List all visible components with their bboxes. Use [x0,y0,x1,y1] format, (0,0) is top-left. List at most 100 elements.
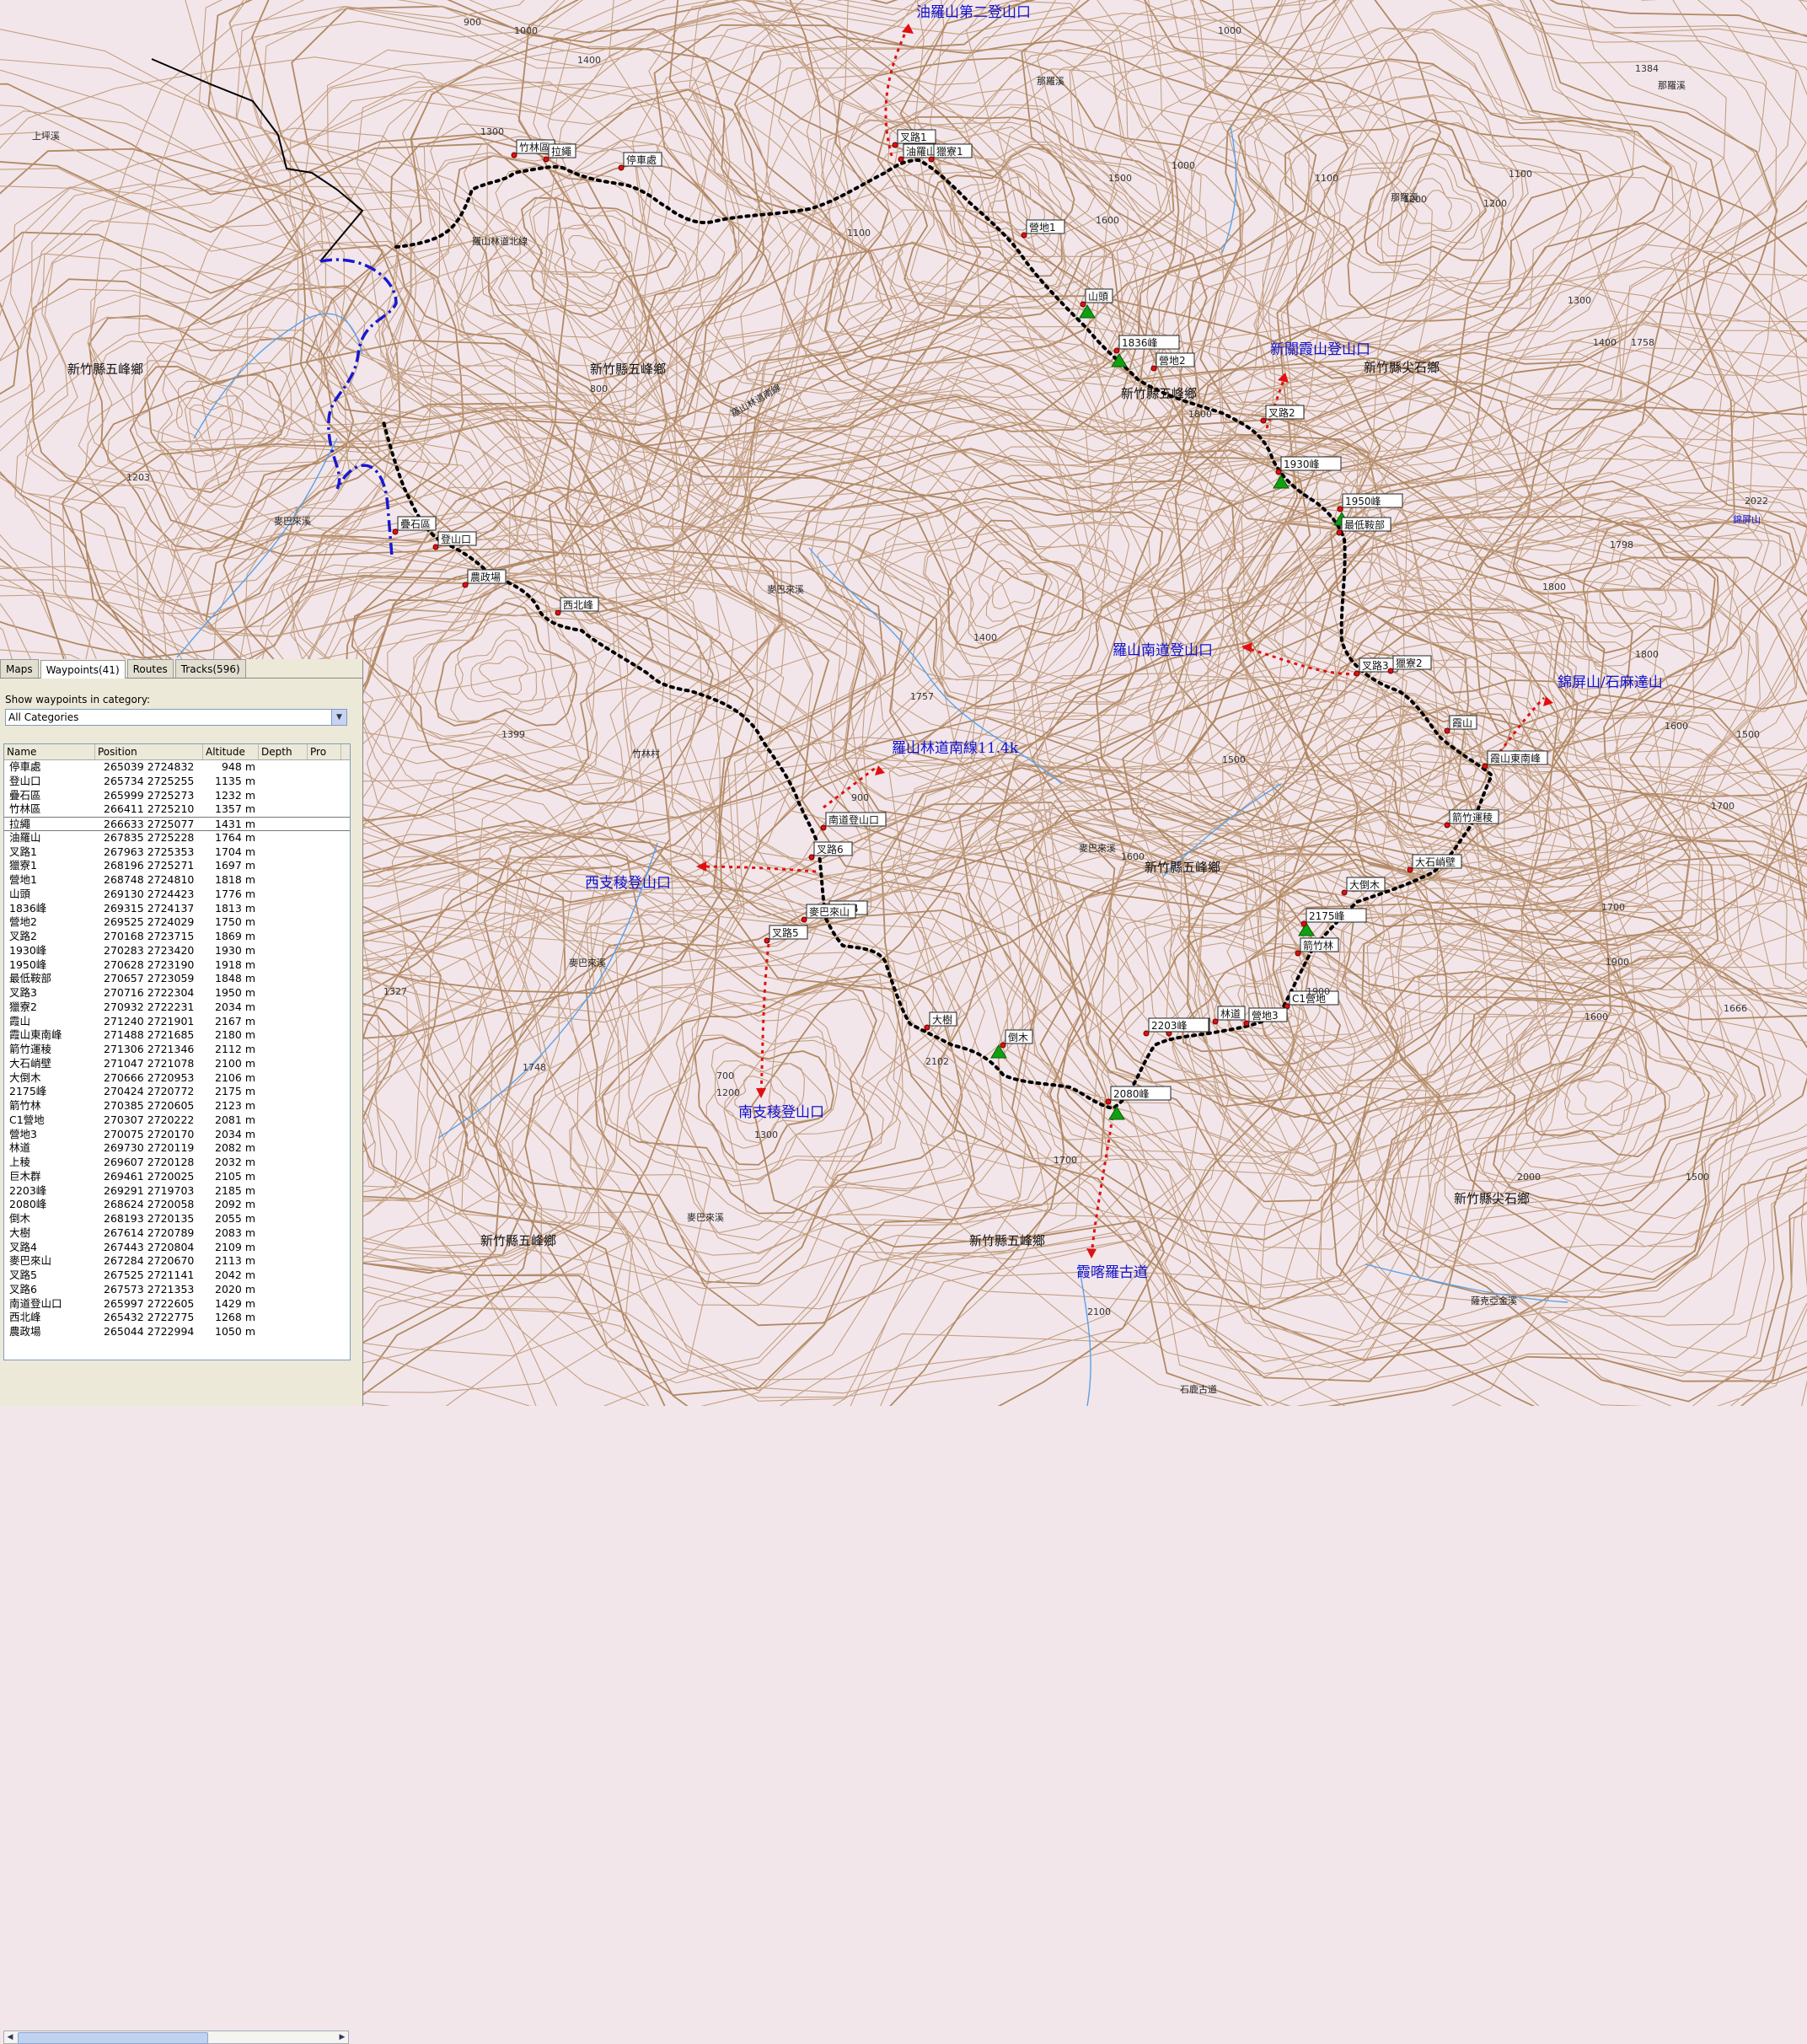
place-label: 那羅溪 [1037,76,1064,87]
cell-alt: 2055 m [203,1212,259,1226]
chevron-down-icon[interactable]: ▼ [331,710,346,725]
table-row[interactable]: 2203峰269291 27197032185 m [4,1184,350,1199]
col-depth[interactable]: Depth [259,744,308,759]
table-row[interactable]: 山頭269130 27244231776 m [4,888,350,902]
col-name[interactable]: Name [4,744,95,759]
contour-number: 1800 [1542,582,1566,593]
table-row[interactable]: 倒木268193 27201352055 m [4,1212,350,1226]
table-row[interactable]: 獵寮2270932 27222312034 m [4,1001,350,1015]
cell-name: 霞山東南峰 [4,1028,95,1043]
waypoint-dot-icon [764,938,769,943]
cell-pro [308,1269,341,1283]
table-row[interactable]: 2175峰270424 27207722175 m [4,1085,350,1099]
table-row[interactable]: 1836峰269315 27241371813 m [4,902,350,916]
cell-alt: 2112 m [203,1043,259,1057]
waypoint-dot-icon [898,157,904,162]
cell-depth [259,1297,308,1312]
contour-number: 1500 [1686,1172,1709,1183]
region-label: 新竹縣尖石鄉 [1364,360,1440,375]
cell-name: 大石峭壁 [4,1057,95,1071]
table-row[interactable]: 登山口265734 27252551135 m [4,775,350,789]
cell-name: 竹林區 [4,802,95,817]
cell-name: 麥巴來山 [4,1254,95,1269]
table-row[interactable]: C1營地270307 27202222081 m [4,1113,350,1128]
table-row[interactable]: 林道269730 27201192082 m [4,1141,350,1156]
table-row[interactable]: 油羅山267835 27252281764 m [4,831,350,845]
waypoint-dot-icon [1080,302,1086,307]
cell-pos: 270168 2723715 [95,930,203,944]
tab-waypoints[interactable]: Waypoints(41) [40,660,126,679]
cell-depth [259,1254,308,1269]
cell-pos: 267614 2720789 [95,1226,203,1241]
contour-number: 1700 [1711,801,1735,812]
table-row[interactable]: 西北峰265432 27227751268 m [4,1311,350,1325]
table-row[interactable]: 最低鞍部270657 27230591848 m [4,972,350,986]
table-row[interactable]: 2080峰268624 27200582092 m [4,1198,350,1212]
table-row[interactable]: 叉路6267573 27213532020 m [4,1283,350,1297]
waypoint-dot-icon [802,917,807,922]
table-row[interactable]: 營地3270075 27201702034 m [4,1128,350,1142]
table-row[interactable]: 大石峭壁271047 27210782100 m [4,1057,350,1071]
col-position[interactable]: Position [95,744,203,759]
table-row[interactable]: 箭竹林270385 27206052123 m [4,1099,350,1113]
waypoint-panel: Maps Waypoints(41) Routes Tracks(596) Sh… [0,659,363,1406]
cell-pos: 267443 2720804 [95,1241,203,1255]
table-row[interactable]: 農政場265044 27229941050 m [4,1325,350,1339]
table-row[interactable]: 停車處265039 2724832948 m [4,760,350,775]
table-row[interactable]: 麥巴來山267284 27206702113 m [4,1254,350,1269]
waypoint-list[interactable]: Name Position Altitude Depth Pro 停車處2650… [3,743,351,1360]
cell-name: 2080峰 [4,1198,95,1212]
tab-maps[interactable]: Maps [0,659,39,678]
cell-depth [259,1015,308,1029]
cell-name: 獵寮1 [4,859,95,873]
col-pro[interactable]: Pro [308,744,341,759]
table-row[interactable]: 大樹267614 27207892083 m [4,1226,350,1241]
table-row[interactable]: 箭竹運稜271306 27213462112 m [4,1043,350,1057]
table-row[interactable]: 霞山271240 27219012167 m [4,1015,350,1029]
tab-tracks[interactable]: Tracks(596) [175,659,246,678]
scroll-left-icon[interactable]: ◀ [4,2031,16,2043]
scroll-right-icon[interactable]: ▶ [336,2031,348,2043]
table-row[interactable]: 南道登山口265997 27226051429 m [4,1297,350,1312]
table-row[interactable]: 叉路3270716 27223041950 m [4,986,350,1001]
table-row[interactable]: 1930峰270283 27234201930 m [4,944,350,958]
cell-pos: 270666 2720953 [95,1071,203,1086]
horizontal-scrollbar[interactable]: ◀ ▶ [3,2031,349,2044]
cell-pro [308,902,341,916]
waypoint-label: 營地2 [1159,355,1186,367]
waypoint-dot-icon [433,545,438,550]
table-row[interactable]: 獵寮1268196 27252711697 m [4,859,350,873]
table-row[interactable]: 營地2269525 27240291750 m [4,915,350,930]
table-row[interactable]: 霞山東南峰271488 27216852180 m [4,1028,350,1043]
table-row[interactable]: 竹林區266411 27252101357 m [4,802,350,817]
col-altitude[interactable]: Altitude [203,744,259,759]
category-select[interactable]: All Categories ▼ [5,709,347,726]
table-row[interactable]: 大倒木270666 27209532106 m [4,1071,350,1086]
cell-pos: 267963 2725353 [95,845,203,860]
table-row[interactable]: 疊石區265999 27252731232 m [4,789,350,803]
table-row[interactable]: 叉路4267443 27208042109 m [4,1241,350,1255]
waypoint-label: 油羅山 [906,146,936,158]
waypoint-label: 西北峰 [563,599,593,611]
panel-tabs: Maps Waypoints(41) Routes Tracks(596) [0,659,362,679]
table-row[interactable]: 營地1268748 27248101818 m [4,873,350,888]
cell-name: 林道 [4,1141,95,1156]
region-label: 新竹縣五峰鄉 [969,1233,1045,1248]
table-row[interactable]: 上稜269607 27201282032 m [4,1156,350,1170]
table-row[interactable]: 叉路1267963 27253531704 m [4,845,350,860]
cell-pro [308,873,341,888]
table-row[interactable]: 拉繩266633 27250771431 m [4,817,350,831]
contour-number: 1700 [1054,1155,1077,1166]
cell-depth [259,1113,308,1128]
table-row[interactable]: 1950峰270628 27231901918 m [4,958,350,973]
cell-pos: 269607 2720128 [95,1156,203,1170]
scrollbar-thumb[interactable] [18,2032,208,2044]
table-row[interactable]: 巨木群269461 27200252105 m [4,1170,350,1184]
table-row[interactable]: 叉路2270168 27237151869 m [4,930,350,944]
waypoint-label: 登山口 [441,533,471,545]
trail-label-luoshan-south: 羅山南道登山口 [1113,642,1213,659]
tab-routes[interactable]: Routes [127,659,174,678]
cell-alt: 1268 m [203,1311,259,1325]
cell-pro [308,789,341,803]
table-row[interactable]: 叉路5267525 27211412042 m [4,1269,350,1283]
